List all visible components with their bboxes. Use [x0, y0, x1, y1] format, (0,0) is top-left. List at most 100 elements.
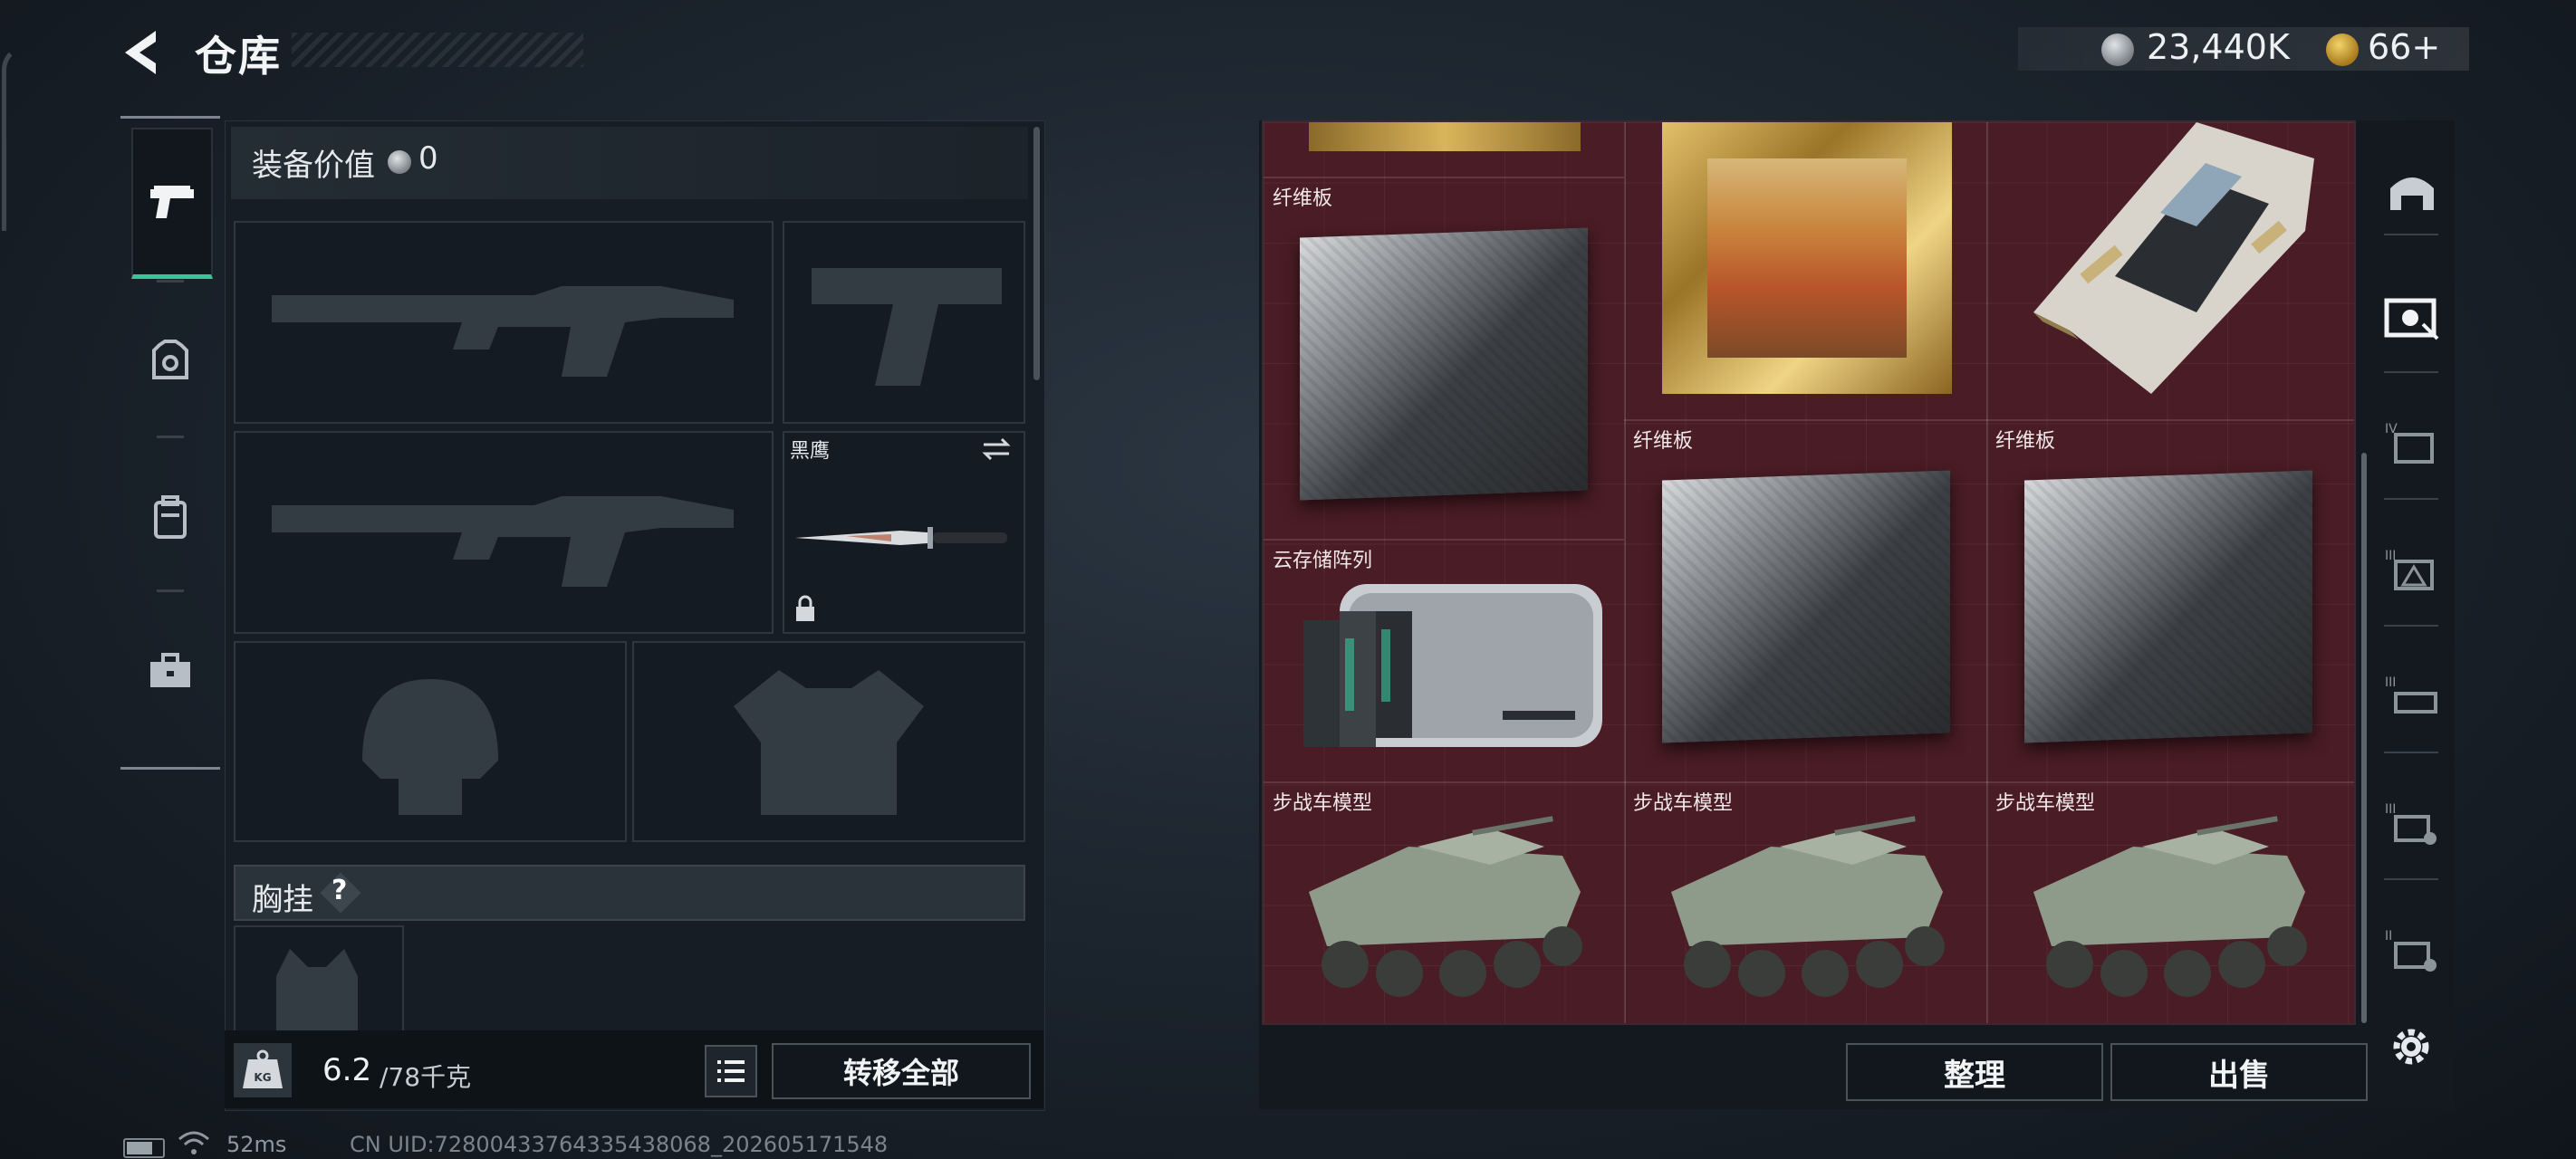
rail-item-backpack[interactable]: [131, 445, 209, 589]
weight-value: 6.2: [322, 1052, 372, 1088]
helmet-silhouette-icon: [362, 679, 498, 815]
cloud-storage-array-item[interactable]: [1285, 575, 1611, 765]
weight-capacity: /78千克: [380, 1062, 472, 1092]
coin-balance[interactable]: 23,440K: [2147, 27, 2290, 67]
painting-canvas: [1707, 158, 1907, 358]
painting-item[interactable]: [1662, 122, 1952, 394]
graphics-card-item[interactable]: [2015, 122, 2341, 394]
rail-divider: [2384, 234, 2438, 235]
rail-filter-tier-iii-hand[interactable]: III: [2380, 797, 2444, 851]
primary-weapon-slot[interactable]: [234, 221, 774, 424]
rail-filter-vehicle[interactable]: [2380, 163, 2444, 217]
user-id: CN UID:7280043376433543806​8_20260517154…: [350, 1132, 889, 1157]
rail-item-weapons[interactable]: [131, 128, 213, 279]
grid-divider: [1624, 419, 2354, 421]
rail-item-armor[interactable]: [131, 289, 209, 434]
armor-vest-slot[interactable]: [632, 641, 1025, 842]
grid-divider: [1624, 122, 1626, 1023]
storage-scrollbar[interactable]: [2361, 453, 2367, 1023]
rifle-silhouette-icon: [272, 286, 734, 377]
svg-text:II: II: [2385, 929, 2392, 943]
help-icon[interactable]: ?: [332, 875, 347, 906]
rail-divider: [157, 589, 184, 592]
rifle-silhouette-icon: [272, 496, 734, 587]
coin-icon: [2101, 34, 2134, 66]
transfer-all-button[interactable]: 转移全部: [772, 1043, 1031, 1099]
fiberboard-item[interactable]: [1300, 227, 1588, 501]
secondary-weapon-slot[interactable]: [234, 431, 774, 634]
grid-divider: [1986, 122, 1988, 1023]
list-icon: [717, 1060, 745, 1082]
ifv-model-icon[interactable]: [1291, 810, 1599, 1010]
gear-icon[interactable]: [2388, 1023, 2435, 1070]
rail-item-case[interactable]: [131, 599, 209, 743]
sort-button[interactable]: 整理: [1846, 1043, 2103, 1101]
rail-filter-tier-iii-case[interactable]: III: [2380, 670, 2444, 724]
rail-divider: [2384, 498, 2438, 500]
rail-divider: [2384, 625, 2438, 627]
chest-rig-silhouette-icon: [276, 949, 358, 1030]
rail-divider: [157, 436, 184, 438]
item-label: 纤维板: [1633, 430, 1694, 453]
item-case-icon: [2384, 298, 2439, 340]
equipment-scrollbar[interactable]: [1033, 127, 1040, 380]
grid-divider: [1264, 177, 1624, 178]
battery-level: [127, 1142, 152, 1154]
case-icon: [150, 653, 190, 687]
rail-filter-tier-iv[interactable]: IV: [2380, 417, 2444, 471]
rail-divider: [2384, 878, 2438, 880]
svg-text:KG: KG: [254, 1071, 271, 1084]
vest-silhouette-icon: [734, 670, 924, 815]
gem-icon: [2326, 34, 2359, 66]
storage-filter-rail: IV III III III II: [2371, 127, 2451, 996]
fiberboard-item[interactable]: [1662, 470, 1950, 743]
ifv-model-icon[interactable]: [2015, 810, 2323, 1010]
wifi-icon: [178, 1131, 209, 1154]
grid-divider: [1264, 781, 2354, 783]
ifv-model-icon[interactable]: [1653, 810, 1961, 1010]
melee-item-name: 黑鹰: [790, 440, 831, 463]
ping-readout: 52ms: [226, 1132, 287, 1157]
tier-iv-icon: IV: [2385, 422, 2434, 464]
tier-iii-icon: III: [2385, 549, 2434, 590]
swap-icon[interactable]: [980, 436, 1013, 462]
rail-divider: [2384, 371, 2438, 373]
rail-filter-tier-ii[interactable]: II: [2380, 924, 2444, 978]
svg-text:III: III: [2385, 675, 2396, 690]
painting-frame-partial[interactable]: [1309, 122, 1581, 151]
storage-grid[interactable]: 纤维板 纤维板 纤维板 云存储阵列 步战车模型 步战车模型 步战车模型: [1262, 120, 2356, 1025]
pistol-silhouette-icon: [812, 268, 1002, 386]
lock-icon: [796, 595, 814, 621]
list-view-button[interactable]: [705, 1045, 757, 1097]
chest-rig-label: 胸挂: [252, 882, 313, 918]
gpu-board-icon: [2033, 122, 2314, 394]
vehicle-icon: [2390, 177, 2434, 210]
back-arrow-icon[interactable]: [118, 25, 163, 80]
tier-ii-icon: II: [2385, 929, 2437, 972]
svg-text:III: III: [2385, 802, 2396, 817]
fiberboard-item[interactable]: [2024, 470, 2312, 743]
item-label: 纤维板: [1995, 430, 2056, 453]
tier-iii-case-icon: III: [2385, 675, 2437, 714]
pistol-icon: [150, 186, 194, 218]
rail-filter-tier-iii[interactable]: III: [2380, 543, 2444, 598]
tier-iii-hand-icon: III: [2385, 802, 2437, 845]
helmet-slot[interactable]: [234, 641, 627, 842]
category-rail: [120, 116, 220, 770]
storage-array-icon: [1303, 584, 1602, 747]
page-title: 仓库: [195, 32, 282, 81]
item-label: 纤维板: [1273, 187, 1333, 210]
sell-button[interactable]: 出售: [2110, 1043, 2368, 1101]
coin-icon: [388, 150, 411, 174]
item-label: 云存储阵列: [1273, 550, 1373, 572]
rail-divider: [157, 280, 184, 283]
grid-divider: [1264, 539, 1624, 541]
chest-rig-slot[interactable]: [234, 925, 404, 1038]
gem-balance[interactable]: 66+: [2368, 27, 2440, 67]
pistol-slot[interactable]: [783, 221, 1025, 424]
kg-weight-icon: KG: [234, 1043, 292, 1097]
equipment-value-label: 装备价值: [252, 148, 375, 184]
backpack-icon: [154, 495, 187, 539]
rail-filter-items[interactable]: [2380, 290, 2444, 344]
rail-divider: [2384, 752, 2438, 753]
